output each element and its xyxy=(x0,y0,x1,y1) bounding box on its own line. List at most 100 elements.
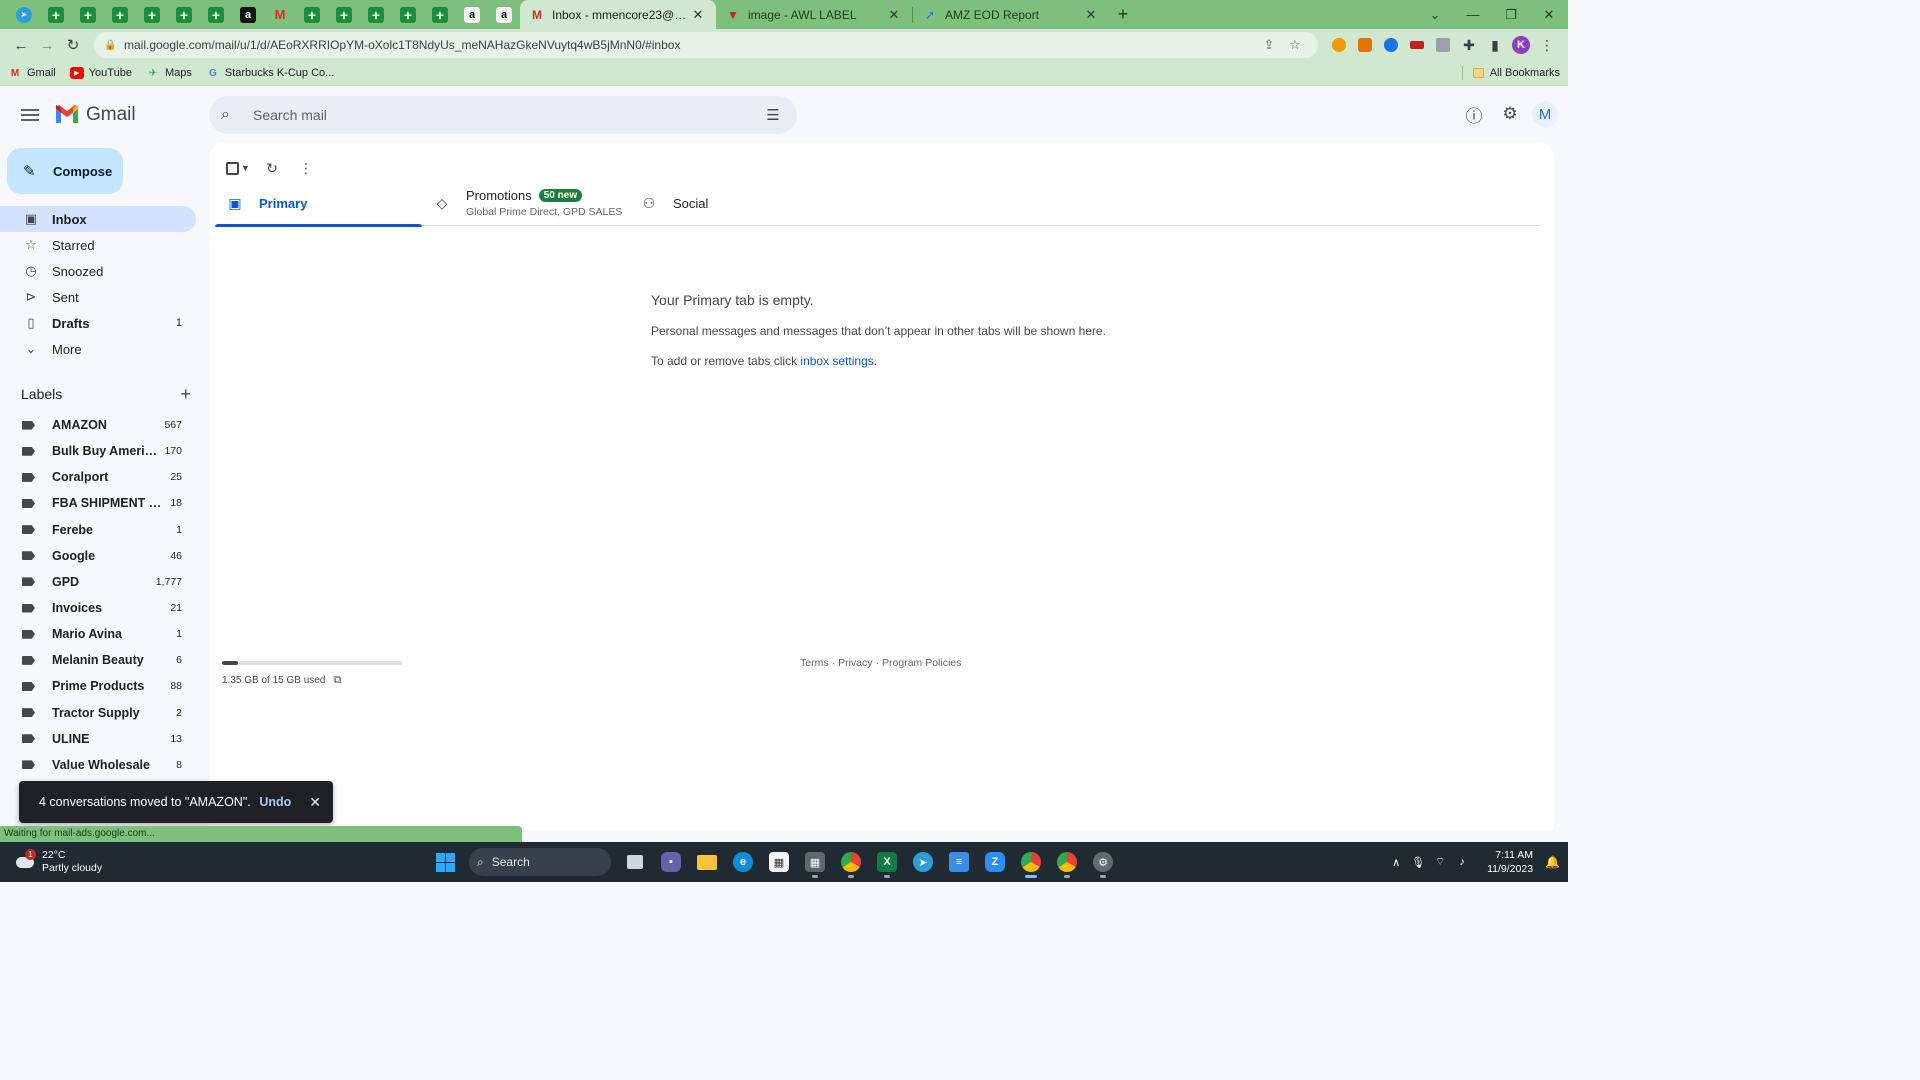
sidebar-label-item[interactable]: Melanin Beauty 6 xyxy=(0,647,196,673)
settings-gear-icon[interactable]: ⚙ xyxy=(1085,844,1121,880)
browser-tab-awl-label[interactable]: ▼ image - AWL LABEL ✕ xyxy=(716,0,912,29)
profile-button[interactable]: K xyxy=(1508,32,1534,58)
sidebar-label-item[interactable]: Google 46 xyxy=(0,543,196,569)
pinned-tab[interactable] xyxy=(488,0,520,29)
extensions-puzzle-icon[interactable]: ✚ xyxy=(1456,32,1482,58)
extension-icon[interactable] xyxy=(1352,32,1378,58)
bookmark-starbucks[interactable]: G Starbucks K-Cup Co... xyxy=(206,67,334,79)
close-tab-icon[interactable]: ✕ xyxy=(886,7,902,23)
pinned-tab[interactable] xyxy=(8,0,40,29)
close-window-icon[interactable]: ✕ xyxy=(1530,0,1568,29)
sidebar-label-item[interactable]: Tractor Supply 2 xyxy=(0,700,196,726)
share-icon[interactable]: ⇪ xyxy=(1256,37,1282,53)
sidebar-label-item[interactable]: FBA SHIPMENT TO... 18 xyxy=(0,490,196,516)
bookmark-youtube[interactable]: ▶ YouTube xyxy=(69,67,132,79)
excel-icon[interactable]: X xyxy=(869,844,905,880)
taskbar-search[interactable]: ⌕ Search xyxy=(469,848,611,876)
tab-search-icon[interactable]: ⌄ xyxy=(1416,0,1454,29)
close-tab-icon[interactable]: ✕ xyxy=(690,7,706,23)
forward-button[interactable]: → xyxy=(34,32,60,58)
volume-icon[interactable]: ♪ xyxy=(1451,856,1473,868)
wifi-icon[interactable]: ⌔ xyxy=(1429,855,1451,869)
extension-icon[interactable] xyxy=(1378,32,1404,58)
chrome-icon[interactable] xyxy=(833,844,869,880)
sidebar-item-more[interactable]: ⌄ More xyxy=(0,336,196,362)
sidebar-label-item[interactable]: Ferebe 1 xyxy=(0,517,196,543)
program-policies-link[interactable]: Program Policies xyxy=(882,657,961,669)
pinned-tab[interactable] xyxy=(392,0,424,29)
file-explorer-icon[interactable] xyxy=(689,844,725,880)
pinned-tab[interactable] xyxy=(72,0,104,29)
sidebar-item-drafts[interactable]: ▯ Drafts 1 xyxy=(0,310,196,336)
inbox-settings-link[interactable]: inbox settings xyxy=(800,354,873,368)
chrome-profile-icon[interactable] xyxy=(1013,844,1049,880)
minimize-icon[interactable]: — xyxy=(1454,0,1492,29)
sidebar-label-item[interactable]: AMAZON 567 xyxy=(0,412,196,438)
close-icon[interactable]: ✕ xyxy=(309,794,321,811)
pinned-tab[interactable] xyxy=(200,0,232,29)
search-icon[interactable]: ⌕ xyxy=(221,106,245,124)
clock[interactable]: 7:11 AM 11/9/2023 xyxy=(1487,848,1533,876)
weather-widget[interactable]: 22°C Partly cloudy xyxy=(0,849,200,875)
sidebar-label-item[interactable]: ULINE 13 xyxy=(0,726,196,752)
bookmark-star-icon[interactable]: ☆ xyxy=(1282,37,1308,53)
pinned-tab[interactable] xyxy=(328,0,360,29)
restore-icon[interactable]: ❐ xyxy=(1492,0,1530,29)
calculator-icon[interactable]: ▦ xyxy=(797,844,833,880)
browser-tab-amz-eod[interactable]: ➚ AMZ EOD Report ✕ xyxy=(913,0,1109,29)
sidebar-label-item[interactable]: Value Wholesale 8 xyxy=(0,752,196,778)
sidebar-label-item[interactable]: GPD 1,777 xyxy=(0,569,196,595)
sidebar-label-item[interactable]: Coralport 25 xyxy=(0,464,196,490)
settings-gear-icon[interactable]: ⚙ xyxy=(1492,96,1528,132)
search-input[interactable]: Search mail xyxy=(245,107,761,123)
extension-icon[interactable] xyxy=(1326,32,1352,58)
compose-button[interactable]: ✎ Compose xyxy=(7,148,123,194)
sidebar-item-sent[interactable]: ⊳ Sent xyxy=(0,284,196,310)
new-tab-button[interactable]: + xyxy=(1109,0,1137,29)
teams-chat-icon[interactable]: ▪ xyxy=(653,844,689,880)
tab-promotions[interactable]: ◇ Promotions 50 new Global Prime Direct,… xyxy=(422,180,629,226)
add-label-icon[interactable]: + xyxy=(180,384,191,405)
sidebar-item-snoozed[interactable]: ◷ Snoozed xyxy=(0,258,196,284)
help-icon[interactable]: ⓘ xyxy=(1456,96,1492,132)
chevron-up-icon[interactable]: ∧ xyxy=(1385,856,1407,869)
sidebar-item-starred[interactable]: ☆ Starred xyxy=(0,232,196,258)
search-bar[interactable]: ⌕ Search mail ☰ xyxy=(209,96,797,134)
chrome-menu-icon[interactable]: ⋮ xyxy=(1534,32,1560,58)
pinned-tab[interactable] xyxy=(136,0,168,29)
lock-icon[interactable]: 🔒 xyxy=(104,40,118,51)
account-avatar[interactable]: M xyxy=(1532,101,1558,127)
extension-icon[interactable] xyxy=(1404,32,1430,58)
bookmark-gmail[interactable]: M Gmail xyxy=(8,67,56,79)
privacy-link[interactable]: Privacy xyxy=(838,657,872,669)
sidebar-label-item[interactable]: Mario Avina 1 xyxy=(0,621,196,647)
zoom-icon[interactable]: Z xyxy=(977,844,1013,880)
back-button[interactable]: ← xyxy=(8,32,34,58)
address-bar[interactable]: 🔒 mail.google.com/mail/u/1/d/AEoRXRRIOpY… xyxy=(94,32,1318,58)
notification-bell-icon[interactable]: 🔔 xyxy=(1545,855,1560,869)
gmail-logo[interactable]: Gmail xyxy=(54,104,204,126)
windows-start-icon[interactable] xyxy=(427,844,463,880)
sidebar-label-item[interactable]: Invoices 21 xyxy=(0,595,196,621)
undo-button[interactable]: Undo xyxy=(259,795,291,809)
side-panel-icon[interactable]: ▮ xyxy=(1482,32,1508,58)
main-menu-button[interactable] xyxy=(6,91,54,139)
bookmark-maps[interactable]: ✈ Maps xyxy=(146,67,192,79)
search-options-icon[interactable]: ☰ xyxy=(761,106,785,124)
sidebar-item-inbox[interactable]: ▣ Inbox xyxy=(0,206,196,232)
url-text[interactable]: mail.google.com/mail/u/1/d/AEoRXRRIOpYM-… xyxy=(124,38,1256,52)
pinned-tab[interactable] xyxy=(168,0,200,29)
pinned-tab[interactable] xyxy=(424,0,456,29)
notepad-icon[interactable]: ≡ xyxy=(941,844,977,880)
pinned-tab[interactable] xyxy=(296,0,328,29)
open-in-new-icon[interactable]: ⧉ xyxy=(333,674,341,687)
tab-primary[interactable]: ▣ Primary xyxy=(215,180,422,227)
telegram-icon[interactable]: ➤ xyxy=(905,844,941,880)
pinned-tab[interactable] xyxy=(104,0,136,29)
task-view-icon[interactable] xyxy=(617,844,653,880)
all-bookmarks-button[interactable]: All Bookmarks xyxy=(1461,66,1560,80)
microphone-icon[interactable]: 🎙 xyxy=(1407,856,1429,869)
pinned-tab[interactable] xyxy=(232,0,264,29)
terms-link[interactable]: Terms xyxy=(800,657,829,669)
extension-icon[interactable] xyxy=(1430,32,1456,58)
